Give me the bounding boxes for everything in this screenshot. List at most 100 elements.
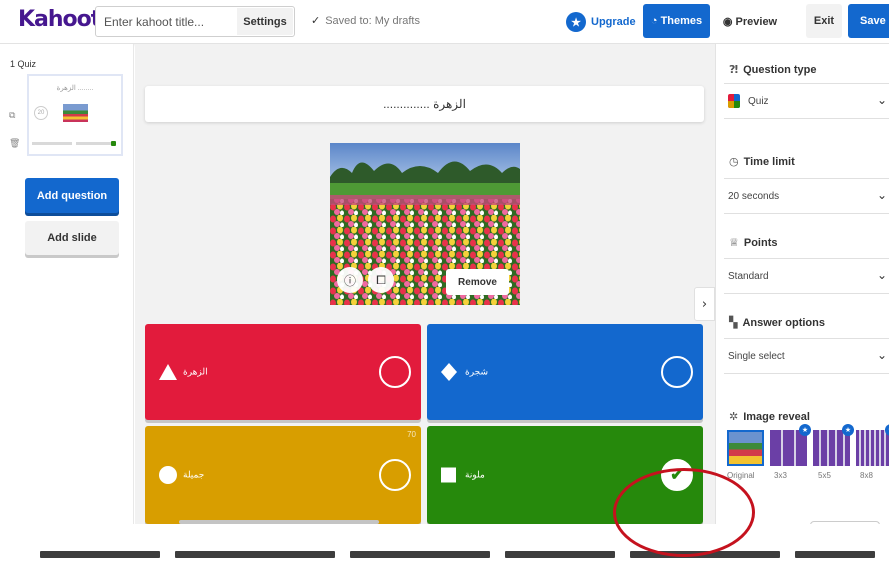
answer-options-title: ▚ Answer options	[729, 316, 825, 329]
time-limit-label: Time limit	[743, 155, 795, 168]
question-input[interactable]: الزهرة ..............	[145, 86, 704, 122]
answer-option-3[interactable]: جميلة 70	[145, 426, 421, 524]
upgrade-label: Upgrade	[591, 16, 636, 28]
thumbnail-answer-line	[32, 142, 72, 145]
annotation-circle	[613, 468, 755, 557]
question-type-title: ⁈ Question type	[729, 63, 816, 76]
thumbnail-answer-line	[76, 142, 116, 145]
kahoot-title-input[interactable]	[104, 7, 234, 36]
duplicate-icon[interactable]: ⧉	[9, 110, 15, 121]
clock-icon: ◷	[729, 155, 739, 168]
bottom-margin	[0, 524, 889, 568]
diamond-icon	[441, 363, 457, 381]
kahoot-title-field: Settings	[95, 6, 295, 37]
grid-icon: ▚	[729, 316, 738, 329]
preview-button[interactable]: ◉ Preview	[716, 4, 784, 38]
answer-options-select[interactable]: Single select ⌄	[724, 338, 889, 374]
cut-off-text-line	[505, 551, 615, 558]
crop-icon[interactable]: ⧠	[368, 267, 394, 293]
answer-options-value: Single select	[728, 350, 785, 362]
upgrade-link[interactable]: ★ Upgrade	[566, 10, 636, 34]
answer-text-4: ملونة	[465, 469, 485, 480]
top-bar: Kahoot! Settings ✓Saved to: My drafts ★ …	[0, 0, 889, 44]
save-button[interactable]: Save	[848, 4, 889, 38]
quiz-icon	[728, 94, 740, 108]
slide-thumbnail[interactable]: الزهرة ........ 20	[27, 74, 123, 156]
thumbnail-correct-dot	[111, 141, 116, 146]
settings-panel: ⁈ Question type Quiz ⌄ ◷ Time limit 20 sec…	[715, 44, 889, 529]
time-limit-value: 20 seconds	[728, 190, 780, 202]
remove-image-button[interactable]: Remove	[446, 269, 509, 295]
thumbnail-title: الزهرة ........	[56, 85, 94, 92]
eye-icon: ◉	[722, 15, 736, 28]
points-value: Standard	[728, 270, 769, 282]
thumbnail-image	[63, 104, 88, 122]
time-limit-select[interactable]: 20 seconds ⌄	[724, 178, 889, 214]
collapse-panel-chevron-icon[interactable]: ›	[694, 287, 715, 321]
image-info-icon[interactable]: ⓘ	[337, 267, 363, 293]
chevron-down-icon: ⌄	[876, 268, 887, 282]
palette-icon: ◔	[650, 15, 661, 27]
image-reveal-options: ★ ★ ★	[727, 424, 889, 466]
reveal-label-3x3: 3x3	[774, 471, 787, 480]
sparkle-icon: ✲	[729, 410, 739, 423]
chevron-down-icon: ⌄	[876, 93, 887, 107]
question-type-label: Question type	[743, 63, 817, 76]
cut-off-text-line	[350, 551, 490, 558]
answer-option-2[interactable]: شجرة	[427, 324, 703, 420]
time-limit-title: ◷ Time limit	[729, 155, 795, 168]
cut-off-text-line	[175, 551, 335, 558]
image-reveal-label: Image reveal	[743, 410, 810, 423]
lock-icon: ★	[885, 424, 889, 436]
reveal-option-8x8[interactable]: ★	[856, 424, 889, 466]
answer-text-2: شجرة	[465, 366, 489, 377]
square-icon	[441, 467, 456, 483]
reveal-option-3x3[interactable]: ★	[770, 424, 811, 466]
save-status-text: Saved to: My drafts	[325, 15, 420, 27]
exit-button[interactable]: Exit	[806, 4, 842, 38]
checkmark-icon: ✓	[311, 15, 321, 27]
points-select[interactable]: Standard ⌄	[724, 258, 889, 294]
reveal-label-5x5: 5x5	[818, 471, 831, 480]
chevron-down-icon: ⌄	[876, 348, 887, 362]
question-type-select[interactable]: Quiz ⌄	[724, 83, 889, 119]
slide-sidebar: 1 Quiz ⧉ 🗑 الزهرة ........ 20 Add questi…	[0, 44, 134, 524]
reveal-option-5x5[interactable]: ★	[813, 424, 854, 466]
kahoot-editor: Kahoot! Settings ✓Saved to: My drafts ★ …	[0, 0, 889, 568]
slide-label: 1 Quiz	[10, 59, 37, 69]
lock-icon: ★	[842, 424, 854, 436]
question-text: الزهرة ..............	[383, 97, 466, 111]
add-question-button[interactable]: Add question	[25, 178, 119, 213]
answer-options-label: Answer options	[742, 316, 825, 329]
save-status: ✓ Saved to: My drafts	[311, 14, 420, 27]
cut-off-text-line	[795, 551, 875, 558]
question-icon: ⁈	[729, 63, 739, 76]
themes-button[interactable]: ◔ Themes	[643, 4, 710, 38]
star-icon: ★	[566, 12, 586, 32]
mark-correct-toggle-1[interactable]	[379, 356, 411, 388]
add-slide-button[interactable]: Add slide	[25, 221, 119, 255]
question-canvas: الزهرة .............. ⓘ ⧠ Remove الزهرة …	[135, 44, 715, 524]
triangle-icon	[159, 364, 177, 380]
circle-icon	[159, 466, 177, 484]
trash-icon[interactable]: 🗑	[9, 138, 20, 149]
lock-icon: ★	[799, 424, 811, 436]
preview-label: Preview	[735, 15, 778, 28]
medal-icon: ♕	[729, 236, 739, 249]
cut-off-text-line	[40, 551, 160, 558]
points-label: Points	[743, 236, 778, 249]
mark-correct-toggle-2[interactable]	[661, 356, 693, 388]
themes-label: Themes	[660, 15, 703, 27]
question-image[interactable]: ⓘ ⧠ Remove	[330, 143, 520, 305]
reveal-option-original[interactable]	[727, 430, 764, 466]
chevron-down-icon: ⌄	[876, 188, 887, 202]
mark-correct-toggle-3[interactable]	[379, 459, 411, 491]
thumbnail-timer: 20	[34, 106, 48, 120]
question-type-value: Quiz	[748, 95, 769, 107]
points-title: ♕ Points	[729, 236, 778, 249]
settings-button[interactable]: Settings	[237, 8, 293, 35]
answer-text-1: الزهرة	[183, 366, 208, 377]
reveal-label-8x8: 8x8	[860, 471, 873, 480]
answer-option-1[interactable]: الزهرة	[145, 324, 421, 420]
answer-text-3: جميلة	[183, 469, 205, 480]
